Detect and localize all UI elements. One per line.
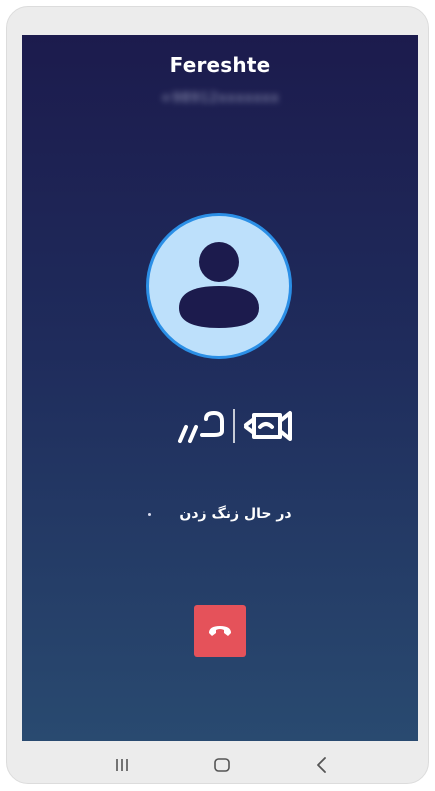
- home-button[interactable]: [210, 753, 234, 777]
- avatar: [146, 213, 292, 359]
- recent-apps-icon: [116, 759, 128, 771]
- caller-number: +98912xxxxxxx: [160, 91, 280, 106]
- system-nav-bar: [22, 741, 418, 791]
- brand-logo: [142, 401, 302, 451]
- video-camera-logo-icon: [178, 409, 292, 443]
- status-dot: [148, 512, 152, 516]
- call-screen: Fereshte +98912xxxxxxx در حال زنگ زدن: [22, 35, 418, 741]
- person-icon: [179, 242, 259, 328]
- status-text: در حال زنگ زدن: [179, 506, 292, 522]
- phone-hangup-icon: [209, 626, 231, 636]
- back-button[interactable]: [310, 753, 334, 777]
- recent-apps-button[interactable]: [110, 753, 134, 777]
- end-call-button[interactable]: [194, 605, 246, 657]
- call-status: در حال زنگ زدن: [22, 506, 418, 522]
- back-icon: [317, 757, 326, 773]
- caller-name: Fereshte: [169, 53, 271, 77]
- home-icon: [214, 758, 230, 772]
